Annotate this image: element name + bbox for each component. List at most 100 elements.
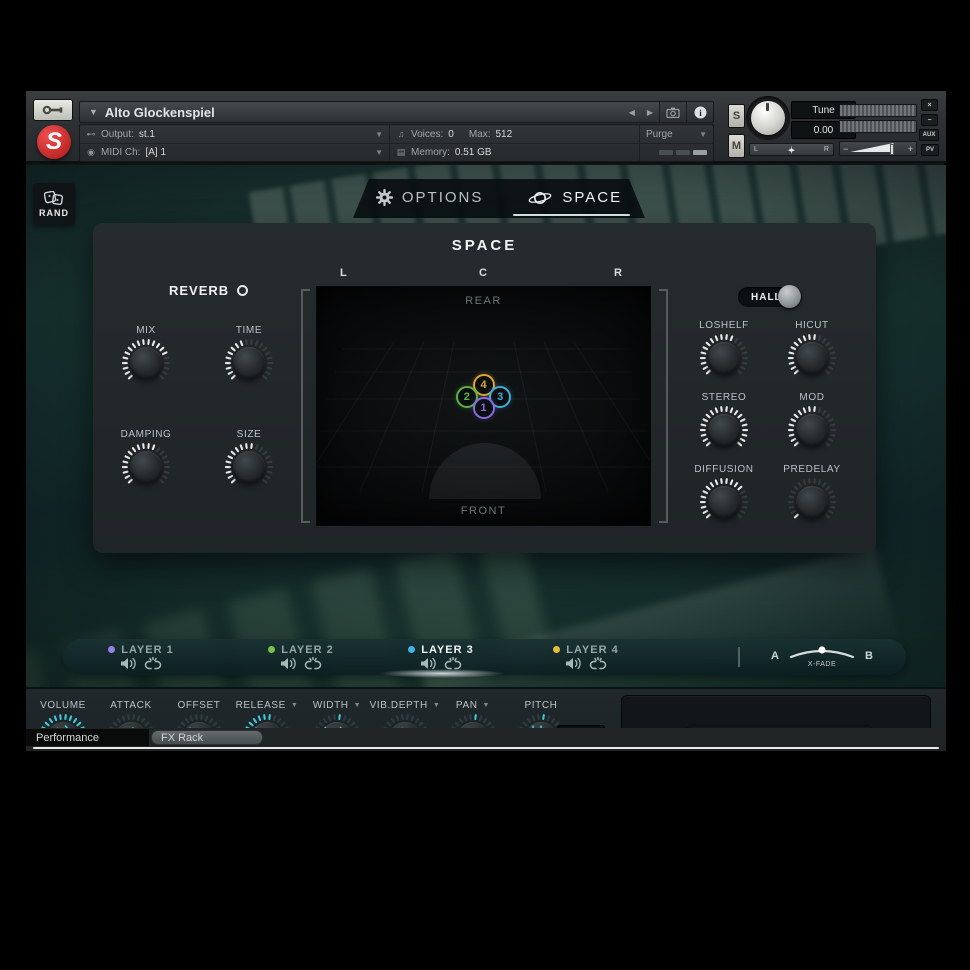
- knob-mod[interactable]: MOD: [767, 391, 857, 454]
- pan-slider[interactable]: L ◂|▸ R: [749, 143, 834, 156]
- output-dropdown-caret-icon[interactable]: ▼: [375, 130, 383, 139]
- instrument-info-rows: ⊷ Output: st.1 ▼ ◉ MIDI Ch: [A] 1 ▼ ♫ Vo…: [79, 124, 714, 162]
- tab-options[interactable]: OPTIONS: [376, 189, 484, 208]
- layer-item-2[interactable]: LAYER 2: [236, 639, 366, 675]
- prev-instrument-icon[interactable]: ◀: [623, 108, 641, 117]
- knob-dial[interactable]: [788, 334, 836, 382]
- knob-dial[interactable]: [381, 714, 429, 728]
- next-instrument-icon[interactable]: ▶: [641, 108, 659, 117]
- knob-dial[interactable]: [788, 478, 836, 526]
- tab-space[interactable]: SPACE: [527, 189, 622, 209]
- xfade-handle[interactable]: [818, 646, 825, 653]
- knob-mix[interactable]: MIX: [101, 324, 191, 387]
- minimize-button[interactable]: −: [921, 114, 938, 126]
- reverb-label: REVERB: [169, 283, 229, 298]
- knob-label: VIB.DEPTH: [370, 700, 428, 711]
- layer-source-panel: AMBIENCES 1GLOKWORK 1 LAYER A NONE LAYER…: [621, 695, 931, 728]
- knob-label: RELEASE: [236, 700, 286, 711]
- midi-dropdown-caret-icon[interactable]: ▼: [375, 148, 383, 157]
- tab-options-label: OPTIONS: [402, 189, 484, 206]
- space-panel-title: SPACE: [93, 237, 876, 254]
- layer-item-4[interactable]: LAYER 4: [521, 639, 651, 675]
- info-button[interactable]: i: [686, 102, 713, 122]
- space-panel: SPACE REVERB MIXTIMEDAMPINGSIZE L C R: [93, 223, 876, 553]
- aux-button[interactable]: AUX: [919, 129, 939, 141]
- knob-dial[interactable]: [107, 714, 155, 728]
- speaker-icon[interactable]: [280, 657, 297, 670]
- footer-highlight-line: [33, 747, 939, 749]
- volume-slider[interactable]: − +: [839, 141, 917, 156]
- knob-dial[interactable]: [700, 406, 748, 454]
- tab-space-label: SPACE: [562, 189, 622, 206]
- knob-pitch[interactable]: PITCH: [496, 699, 586, 728]
- knob-predelay[interactable]: PREDELAY: [767, 463, 857, 526]
- page-tabbar: OPTIONS SPACE: [353, 179, 645, 218]
- broken-link-icon[interactable]: [589, 657, 607, 671]
- xfade-label: X-FADE: [789, 661, 855, 668]
- volume-minus[interactable]: −: [840, 144, 848, 154]
- title-dropdown-caret-icon: ▼: [89, 107, 98, 117]
- kontakt-instrument-window: S ▼ Alto Glockenspiel ◀ ▶ i: [25, 90, 945, 750]
- purge-label: Purge: [646, 129, 673, 140]
- knob-dial[interactable]: [225, 443, 273, 491]
- speaker-icon[interactable]: [120, 657, 137, 670]
- snapshot-camera-button[interactable]: [659, 102, 686, 122]
- knob-time[interactable]: TIME: [204, 324, 294, 387]
- knob-size[interactable]: SIZE: [204, 428, 294, 491]
- volume-slider-handle[interactable]: [890, 144, 894, 155]
- mute-button[interactable]: M: [728, 134, 745, 158]
- output-row[interactable]: ⊷ Output: st.1 ▼: [80, 125, 389, 143]
- knob-loshelf[interactable]: LOSHELF: [679, 319, 769, 382]
- edit-wrench-button[interactable]: [33, 99, 73, 121]
- footer-tab-strip: Performance FX Rack: [26, 728, 946, 751]
- memory-value: 0.51 GB: [455, 147, 492, 158]
- stage-source-1[interactable]: 1: [473, 397, 495, 419]
- broken-link-icon[interactable]: [304, 657, 322, 671]
- camera-icon: [666, 107, 680, 118]
- knob-damping[interactable]: DAMPING: [101, 428, 191, 491]
- knob-dial[interactable]: [700, 478, 748, 526]
- randomize-button[interactable]: RAND: [33, 183, 75, 225]
- knob-dial[interactable]: [313, 714, 361, 728]
- knob-dial[interactable]: LR: [449, 714, 497, 728]
- volume-plus[interactable]: +: [908, 144, 916, 154]
- tab-fx-rack[interactable]: FX Rack: [151, 730, 263, 745]
- midi-row[interactable]: ◉ MIDI Ch: [A] 1 ▼: [80, 143, 389, 161]
- knob-dial[interactable]: [225, 339, 273, 387]
- knob-label: PREDELAY: [783, 464, 840, 475]
- pan-slider-handle[interactable]: ◂|▸: [788, 146, 794, 154]
- close-button[interactable]: ×: [921, 99, 938, 111]
- reverb-power-icon[interactable]: [237, 285, 248, 296]
- knob-dropdown-caret-icon[interactable]: ▼: [483, 702, 491, 709]
- knob-label: HICUT: [795, 320, 829, 331]
- knob-dial[interactable]: [700, 334, 748, 382]
- voices-value: 0: [448, 129, 454, 140]
- purge-row[interactable]: Purge ▼: [640, 125, 713, 143]
- tab-performance[interactable]: Performance: [26, 729, 149, 746]
- layer-label: LAYER 1: [121, 644, 173, 656]
- memory-icon: ▤: [396, 147, 406, 158]
- knob-dial[interactable]: [243, 714, 291, 728]
- volume-slider-track[interactable]: [850, 142, 905, 155]
- knob-dial[interactable]: [122, 339, 170, 387]
- broken-link-icon[interactable]: [144, 657, 162, 671]
- speaker-icon[interactable]: [565, 657, 582, 670]
- reverb-stage[interactable]: REAR FRONT 4231: [316, 286, 651, 526]
- layer-item-1[interactable]: LAYER 1: [76, 639, 206, 675]
- instrument-titlebar[interactable]: ▼ Alto Glockenspiel ◀ ▶ i: [79, 101, 714, 123]
- knob-stereo[interactable]: STEREO: [679, 391, 769, 454]
- purge-dropdown-caret-icon[interactable]: ▼: [699, 130, 707, 139]
- pv-button[interactable]: PV: [921, 144, 939, 156]
- knob-dial[interactable]: [122, 443, 170, 491]
- hall-toggle-knob[interactable]: [778, 285, 801, 308]
- knob-dial[interactable]: [175, 714, 223, 728]
- knob-diffusion[interactable]: DIFFUSION: [679, 463, 769, 526]
- knob-label: WIDTH: [313, 700, 349, 711]
- layer-color-dot: [268, 646, 275, 653]
- knob-dial[interactable]: [788, 406, 836, 454]
- layer-label: LAYER 3: [421, 644, 473, 656]
- knob-hicut[interactable]: HICUT: [767, 319, 857, 382]
- knob-dial[interactable]: [39, 714, 87, 728]
- solo-button[interactable]: S: [728, 104, 745, 128]
- xfade-slider[interactable]: [789, 644, 855, 660]
